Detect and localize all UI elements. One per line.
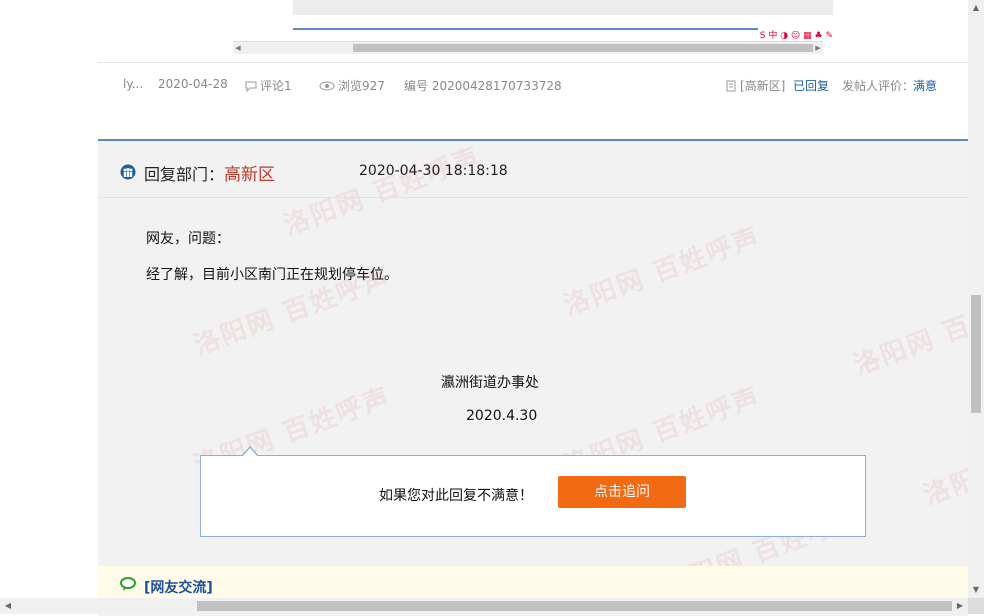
post-meta-row: ly... 2020-04-28 评论1 浏览927 编号 2020042817… <box>98 62 968 107</box>
watermark: 洛阳网 百姓呼声 <box>919 412 968 512</box>
watermark: 洛阳网 百姓呼声 <box>559 222 765 322</box>
embedded-content <box>293 0 833 15</box>
author-name[interactable]: ly... <box>123 77 143 91</box>
embedded-divider <box>293 28 833 30</box>
signature-date: 2020.4.30 <box>466 408 538 424</box>
view-count: 浏览927 <box>319 77 385 94</box>
eye-icon <box>319 81 335 91</box>
embedded-scroll-thumb[interactable] <box>353 44 813 52</box>
scroll-right-icon[interactable]: ▶ <box>813 42 823 54</box>
reply-dept-name: 高新区 <box>224 165 275 185</box>
embedded-frame: S 中 ◑ ☺ ▦ ♣ ✎ ◀ ▶ <box>233 0 833 54</box>
reply-header: 回复部门： 高新区 2020-04-30 18:18:18 <box>98 141 968 198</box>
scroll-up-icon[interactable]: ▲ <box>968 0 984 16</box>
post-date: 2020-04-28 <box>158 77 228 91</box>
followup-button[interactable]: 点击追问 <box>558 476 686 508</box>
chat-bubble-icon <box>120 577 136 591</box>
rating-label: 发帖人评价： <box>842 79 915 93</box>
embedded-horizontal-scrollbar[interactable]: ◀ ▶ <box>233 41 823 54</box>
ime-toolbar[interactable]: S 中 ◑ ☺ ▦ ♣ ✎ <box>757 28 833 41</box>
followup-tip-box: 如果您对此回复不满意！ 点击追问 <box>200 446 866 537</box>
watermark: 洛阳网 百姓呼声 <box>849 282 968 382</box>
scroll-left-icon[interactable]: ◀ <box>0 598 16 614</box>
reply-panel: 洛阳网 百姓呼声 洛阳网 百姓呼声 洛阳网 百姓呼声 洛阳网 百姓呼声 洛阳网 … <box>98 139 968 616</box>
district-tag[interactable]: [高新区] <box>725 77 785 94</box>
scrollbar-corner <box>968 598 984 614</box>
scroll-right-icon[interactable]: ▶ <box>952 598 968 614</box>
scroll-down-icon[interactable]: ▼ <box>968 582 984 598</box>
followup-tip-text: 如果您对此回复不满意！ <box>379 488 533 504</box>
reply-status: 已回复 <box>793 79 830 93</box>
signature-org: 瀛洲街道办事处 <box>441 375 539 391</box>
building-icon <box>726 80 736 92</box>
tip-notch-inner <box>242 448 258 457</box>
horizontal-scroll-thumb[interactable] <box>197 601 952 611</box>
scroll-left-icon[interactable]: ◀ <box>233 42 243 54</box>
comment-count[interactable]: 评论1 <box>245 77 292 94</box>
reply-body: 经了解，目前小区南门正在规划停车位。 <box>146 267 398 283</box>
reply-dept-label: 回复部门： <box>144 165 225 184</box>
serial-number: 编号 20200428170733728 <box>404 79 562 93</box>
reply-time: 2020-04-30 18:18:18 <box>359 163 508 179</box>
vertical-scrollbar[interactable]: ▲ ▼ <box>968 0 984 598</box>
vertical-scroll-thumb[interactable] <box>971 295 981 413</box>
comment-icon <box>245 81 257 92</box>
horizontal-scrollbar[interactable]: ◀ ▶ <box>0 598 968 614</box>
department-icon <box>120 164 136 180</box>
rating-value: 满意 <box>913 79 938 93</box>
discussion-label[interactable]: [网友交流] <box>144 577 213 597</box>
reply-greeting: 网友，问题： <box>146 231 230 247</box>
